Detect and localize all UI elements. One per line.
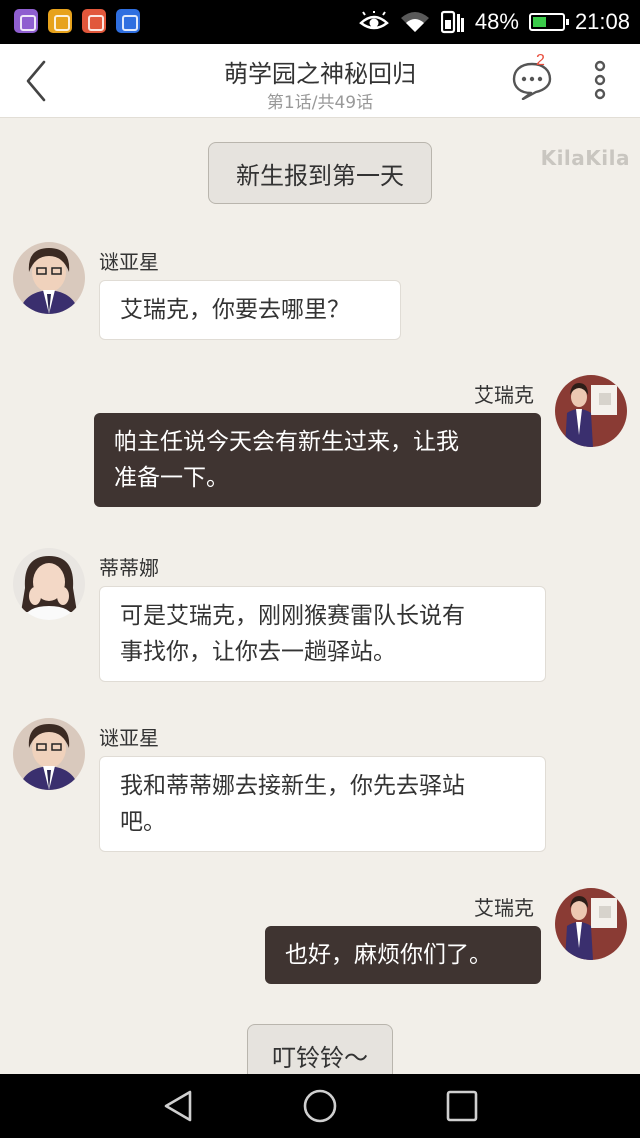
more-options-icon[interactable]: [586, 60, 614, 100]
avatar-tidina[interactable]: [13, 548, 85, 620]
speaker-name: 艾瑞克: [474, 383, 534, 407]
app-header: 萌学园之神秘回归 第1话/共49话 2: [0, 44, 640, 118]
message-bubble: 也好，麻烦你们了。: [265, 926, 541, 984]
nav-recents-icon[interactable]: [444, 1088, 480, 1124]
scene-title: 叮铃铃～: [247, 1024, 393, 1074]
speaker-name: 谜亚星: [99, 250, 159, 274]
store-app-icon: [48, 9, 72, 33]
comment-count-badge: 2: [536, 52, 545, 69]
battery-icon: [528, 13, 569, 31]
chat-content[interactable]: KilaKila 新生报到第一天 谜亚星 艾瑞克，你要去哪里？ 艾瑞克 帕主任说…: [0, 118, 640, 1074]
battery-percent: 48%: [474, 9, 519, 34]
message-bubble: 艾瑞克，你要去哪里？: [99, 280, 401, 340]
message-line: 事找你，让你去一趟驿站。: [120, 639, 396, 665]
speaker-name: 艾瑞克: [474, 896, 534, 920]
scene-title: 新生报到第一天: [208, 142, 432, 204]
gallery-app-icon: [14, 9, 38, 33]
comment-icon[interactable]: [510, 60, 554, 100]
baidu-app-icon: [116, 9, 140, 33]
avatar-airuike[interactable]: [555, 375, 627, 447]
clock: 21:08: [574, 9, 630, 34]
speaker-name: 蒂蒂娜: [99, 556, 159, 580]
message-bubble: 我和蒂蒂娜去接新生，你先去驿站 吧。: [99, 756, 546, 852]
notification-icons: [14, 9, 140, 33]
message-line: 吧。: [120, 809, 166, 835]
avatar-airuike[interactable]: [555, 888, 627, 960]
message-line: 我和蒂蒂娜去接新生，你先去驿站: [120, 773, 465, 799]
message-line: 帕主任说今天会有新生过来，让我: [114, 429, 459, 455]
speaker-name: 谜亚星: [99, 726, 159, 750]
sim-signal-icon: [440, 10, 464, 34]
status-bar: 48% 21:08: [0, 0, 640, 44]
message-line: 艾瑞克，你要去哪里？: [120, 297, 350, 323]
message-line: 也好，麻烦你们了。: [285, 942, 492, 968]
avatar-miyaxing[interactable]: [13, 718, 85, 790]
wifi-icon: [400, 12, 429, 32]
message-line: 准备一下。: [114, 465, 229, 491]
avatar-miyaxing[interactable]: [13, 242, 85, 314]
message-bubble: 帕主任说今天会有新生过来，让我 准备一下。: [94, 413, 541, 507]
video-app-icon: [82, 9, 106, 33]
message-bubble: 可是艾瑞克，刚刚猴赛雷队长说有 事找你，让你去一趟驿站。: [99, 586, 546, 682]
message-line: 可是艾瑞克，刚刚猴赛雷队长说有: [120, 603, 465, 629]
nav-back-icon[interactable]: [160, 1088, 196, 1124]
watermark: KilaKila: [540, 146, 630, 170]
eye-comfort-icon: [359, 11, 389, 30]
nav-home-icon[interactable]: [302, 1088, 338, 1124]
system-nav-bar: [0, 1074, 640, 1138]
